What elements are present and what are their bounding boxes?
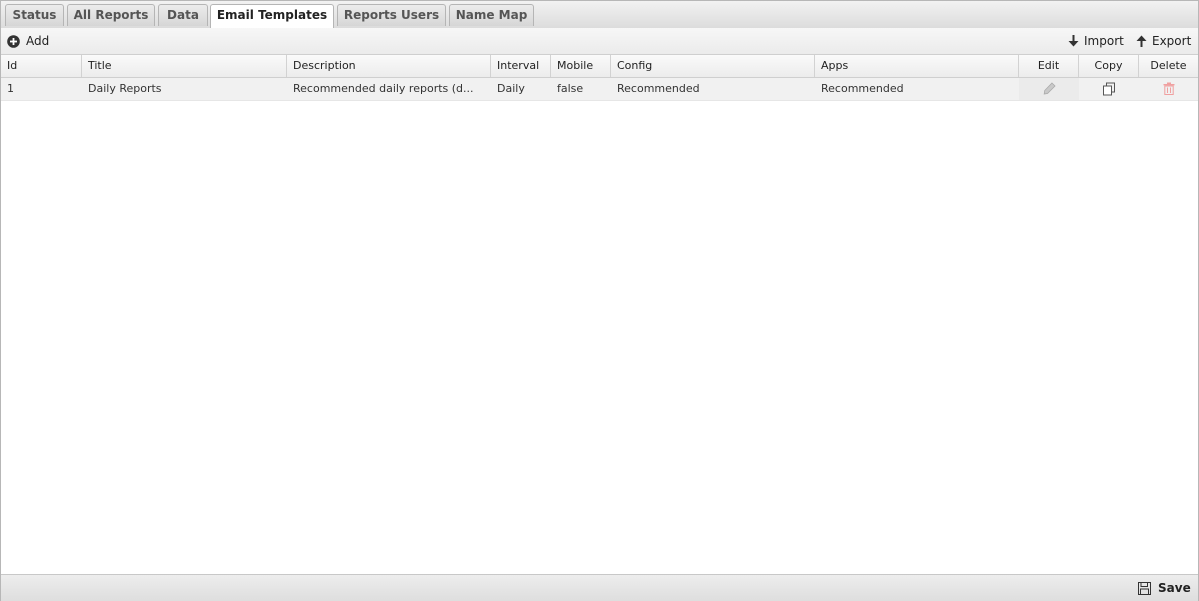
arrow-up-icon (1136, 35, 1147, 47)
import-button[interactable]: Import (1067, 28, 1127, 54)
toolbar: Add Import Export (1, 28, 1198, 55)
edit-button[interactable] (1019, 78, 1079, 100)
grid-header: Id Title Description Interval Mobile Con… (1, 55, 1198, 78)
export-button[interactable]: Export (1135, 28, 1195, 54)
add-label: Add (26, 34, 50, 48)
cell-title: Daily Reports (88, 82, 162, 95)
cell-apps: Recommended (821, 82, 904, 95)
save-label: Save (1158, 581, 1191, 595)
column-header-edit: Edit (1019, 55, 1079, 77)
column-header-title[interactable]: Title (82, 55, 287, 77)
cell-id: 1 (7, 82, 14, 95)
tab-name-map[interactable]: Name Map (449, 4, 534, 26)
export-label: Export (1152, 34, 1192, 48)
column-header-mobile[interactable]: Mobile (551, 55, 611, 77)
tab-data[interactable]: Data (158, 4, 208, 26)
tab-email-templates[interactable]: Email Templates (210, 4, 334, 28)
tab-bar: Status All Reports Data Email Templates … (1, 1, 1198, 29)
import-label: Import (1084, 34, 1124, 48)
plus-circle-icon (7, 35, 20, 48)
column-header-id[interactable]: Id (1, 55, 82, 77)
tab-all-reports[interactable]: All Reports (67, 4, 155, 26)
cell-interval: Daily (497, 82, 525, 95)
tab-reports-users[interactable]: Reports Users (337, 4, 446, 26)
cell-mobile: false (557, 82, 584, 95)
trash-icon (1163, 82, 1174, 95)
copy-button[interactable] (1079, 78, 1139, 100)
column-header-interval[interactable]: Interval (491, 55, 551, 77)
cell-config: Recommended (617, 82, 700, 95)
pencil-icon (1043, 82, 1056, 95)
floppy-disk-icon (1138, 582, 1151, 595)
tab-status[interactable]: Status (5, 4, 64, 26)
delete-button[interactable] (1139, 78, 1198, 100)
copy-icon (1103, 82, 1115, 96)
add-button[interactable]: Add (7, 28, 57, 54)
column-header-apps[interactable]: Apps (815, 55, 1019, 77)
footer-bar: Save (1, 574, 1198, 601)
cell-description: Recommended daily reports (d... (293, 82, 474, 95)
column-header-copy: Copy (1079, 55, 1139, 77)
save-button[interactable]: Save (1138, 575, 1194, 601)
app-frame: Status All Reports Data Email Templates … (0, 0, 1199, 601)
column-header-config[interactable]: Config (611, 55, 815, 77)
arrow-down-icon (1068, 35, 1079, 47)
column-header-description[interactable]: Description (287, 55, 491, 77)
table-row[interactable]: 1 Daily Reports Recommended daily report… (1, 78, 1198, 101)
column-header-delete: Delete (1150, 59, 1187, 72)
